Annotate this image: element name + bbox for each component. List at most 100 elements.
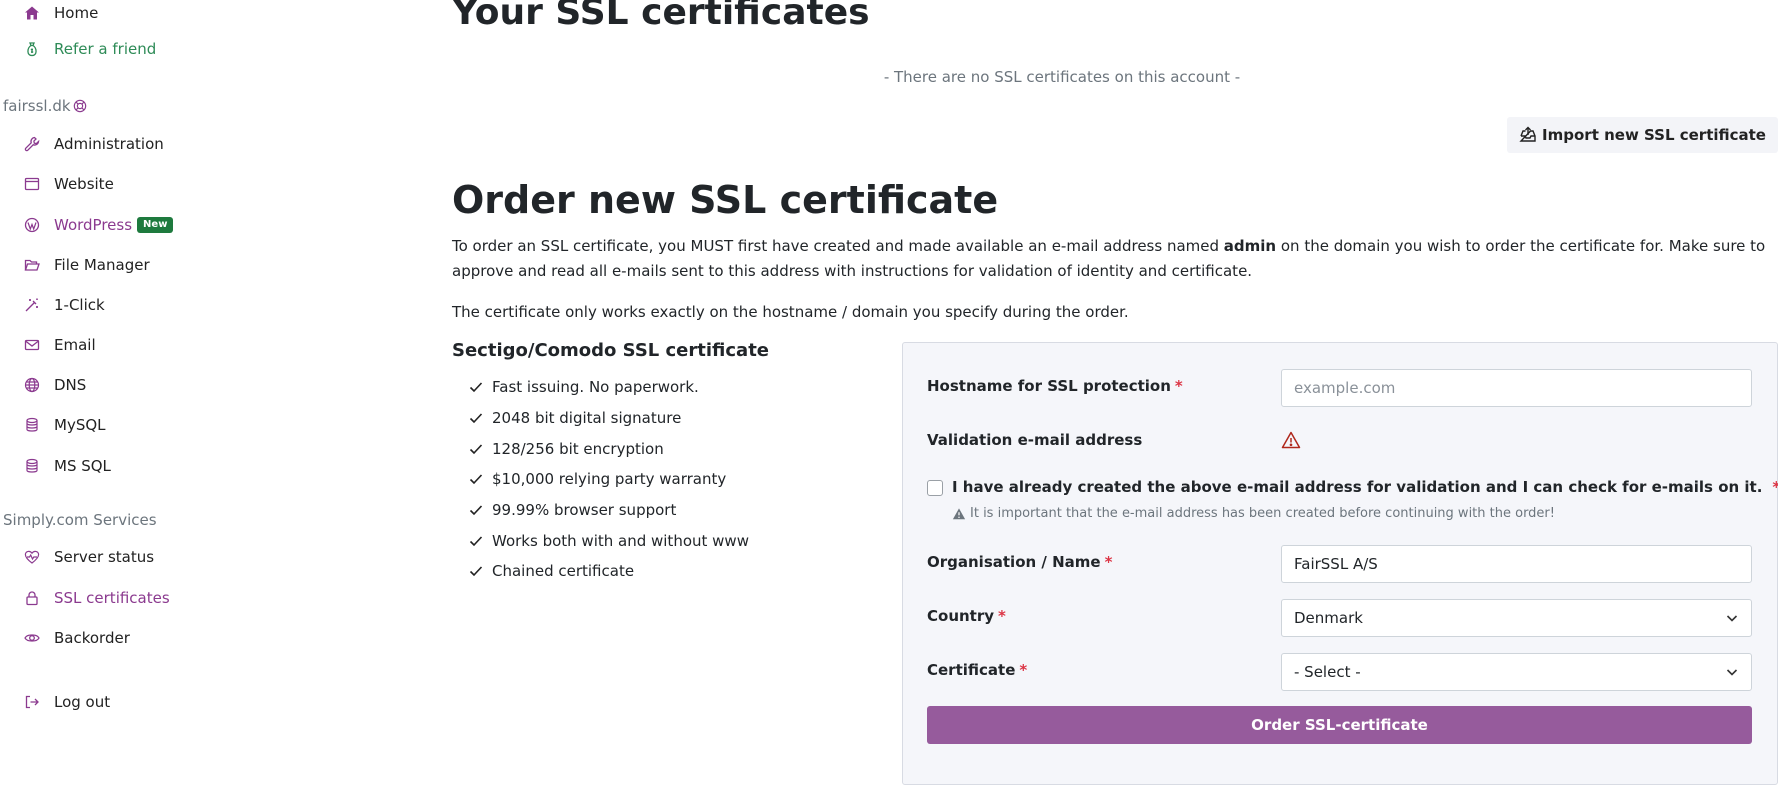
product-title: Sectigo/Comodo SSL certificate (452, 340, 770, 361)
sidebar-item-log-out[interactable]: Log out (24, 687, 110, 717)
feature-list: Fast issuing. No paperwork. 2048 bit dig… (468, 372, 749, 587)
hostname-notice: The certificate only works exactly on th… (452, 303, 1129, 321)
main-content: Your SSL certificates - There are no SSL… (452, 0, 1778, 785)
list-item: Fast issuing. No paperwork. (468, 372, 749, 403)
sidebar-item-ssl-certificates[interactable]: SSL certificates (24, 583, 170, 613)
list-item: Works both with and without www (468, 525, 749, 556)
certificate-selected-value: - Select - (1294, 663, 1361, 681)
sidebar-item-backorder[interactable]: Backorder (24, 623, 130, 653)
wrench-icon (24, 136, 40, 152)
sidebar-item-label: Email (54, 336, 96, 354)
sidebar-item-label: Log out (54, 693, 111, 711)
order-title: Order new SSL certificate (452, 178, 999, 222)
globe-icon (24, 377, 40, 393)
sidebar-item-label: Home (54, 4, 99, 22)
import-certificate-label: Import new SSL certificate (1542, 126, 1766, 144)
sidebar-item-label: WordPress (54, 216, 133, 234)
chevron-down-icon (1726, 669, 1738, 676)
validation-email-label: Validation e-mail address (927, 431, 1143, 449)
chevron-down-icon (1726, 615, 1738, 622)
sidebar-item-label: DNS (54, 376, 87, 394)
sidebar-item-label: Server status (54, 548, 155, 566)
sidebar-item-label: 1-Click (54, 296, 105, 314)
email-confirm-note: It is important that the e-mail address … (952, 506, 1555, 521)
check-icon (468, 379, 484, 395)
country-label: Country * (927, 607, 1006, 625)
sidebar-item-wordpress[interactable]: WordPress New (24, 210, 174, 240)
hostname-input[interactable] (1281, 369, 1752, 407)
list-item: 99.99% browser support (468, 495, 749, 526)
sidebar-item-label: MS SQL (54, 457, 111, 475)
list-item: $10,000 relying party warranty (468, 464, 749, 495)
warning-triangle-icon (1281, 430, 1301, 450)
country-selected-value: Denmark (1294, 609, 1363, 627)
money-bag-icon (24, 41, 40, 57)
sidebar-item-label: File Manager (54, 256, 150, 274)
envelope-icon (24, 337, 40, 353)
check-icon (468, 471, 484, 487)
sidebar-item-ms-sql[interactable]: MS SQL (24, 451, 111, 481)
lock-icon (24, 590, 40, 606)
sidebar-item-email[interactable]: Email (24, 330, 96, 360)
sidebar-item-label: Administration (54, 135, 164, 153)
sidebar-item-server-status[interactable]: Server status (24, 542, 154, 572)
check-icon (468, 441, 484, 457)
check-icon (468, 502, 484, 518)
required-mark: * (1772, 478, 1778, 496)
sidebar-item-dns[interactable]: DNS (24, 370, 86, 400)
empty-state-message: - There are no SSL certificates on this … (883, 68, 1241, 86)
list-item: 2048 bit digital signature (468, 403, 749, 434)
sidebar-item-website[interactable]: Website (24, 169, 114, 199)
sidebar-item-one-click[interactable]: 1-Click (24, 290, 105, 320)
heart-pulse-icon (24, 549, 40, 565)
certificate-label: Certificate * (927, 661, 1028, 679)
inbox-upload-icon (1519, 126, 1536, 142)
services-label: Simply.com Services (3, 511, 157, 529)
required-mark: * (1019, 661, 1028, 679)
organisation-input[interactable] (1281, 545, 1752, 583)
sidebar: Home Refer a friend fairssl.dk Administr… (0, 0, 420, 785)
check-icon (468, 410, 484, 426)
database-icon (24, 417, 40, 433)
database-icon (24, 458, 40, 474)
sidebar-item-refer-friend[interactable]: Refer a friend (24, 34, 156, 64)
sidebar-item-mysql[interactable]: MySQL (24, 410, 106, 440)
check-icon (468, 533, 484, 549)
required-mark: * (998, 607, 1006, 625)
browser-window-icon (24, 176, 40, 192)
required-mark: * (1104, 553, 1113, 571)
sidebar-item-label: Backorder (54, 629, 130, 647)
organisation-label: Organisation / Name * (927, 553, 1113, 571)
check-icon (468, 563, 484, 579)
sidebar-item-file-manager[interactable]: File Manager (24, 250, 150, 280)
warning-triangle-icon (952, 507, 966, 519)
support-icon[interactable] (73, 99, 87, 113)
sidebar-item-label: Website (54, 175, 114, 193)
sidebar-item-label: MySQL (54, 416, 106, 434)
sidebar-item-label: SSL certificates (54, 589, 170, 607)
order-form: Hostname for SSL protection* Validation … (902, 342, 1778, 785)
required-mark: * (1174, 377, 1183, 395)
country-select[interactable]: Denmark (1281, 599, 1752, 637)
email-confirm-label: I have already created the above e-mail … (952, 478, 1778, 496)
order-instructions: To order an SSL certificate, you MUST fi… (452, 237, 1766, 280)
new-badge: New (137, 217, 174, 233)
sidebar-item-home[interactable]: Home (24, 0, 98, 28)
wordpress-icon (24, 217, 40, 233)
house-icon (24, 5, 40, 21)
sidebar-item-label: Refer a friend (54, 40, 157, 58)
eye-icon (24, 630, 40, 646)
hostname-label: Hostname for SSL protection * (927, 377, 1183, 395)
page-title: Your SSL certificates (452, 0, 870, 33)
list-item: Chained certificate (468, 556, 749, 587)
import-certificate-button[interactable]: Import new SSL certificate (1507, 117, 1778, 153)
order-certificate-button[interactable]: Order SSL-certificate (927, 706, 1752, 744)
account-label: fairssl.dk (3, 97, 87, 115)
sidebar-item-administration[interactable]: Administration (24, 129, 164, 159)
folder-open-icon (24, 257, 40, 273)
magic-wand-icon (24, 297, 40, 313)
certificate-select[interactable]: - Select - (1281, 653, 1752, 691)
email-confirm-checkbox[interactable] (927, 480, 943, 496)
logout-icon (24, 694, 40, 710)
list-item: 128/256 bit encryption (468, 433, 749, 464)
